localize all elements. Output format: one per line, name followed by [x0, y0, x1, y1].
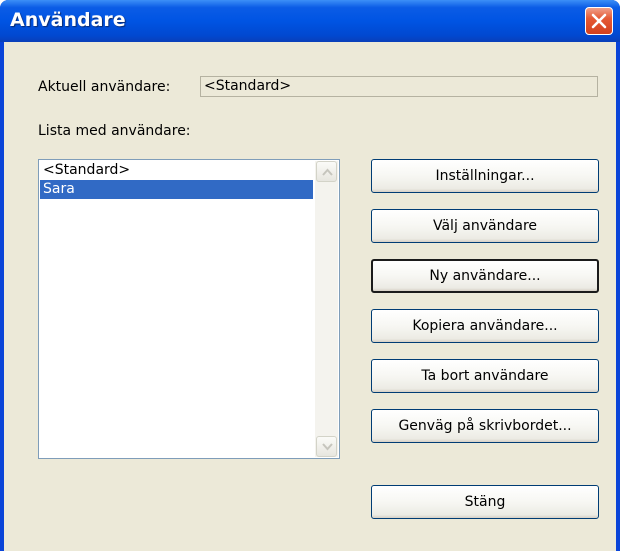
window-title: Användare: [10, 9, 126, 31]
users-dialog: Användare Aktuell användare: <Standard> …: [0, 0, 620, 551]
close-button[interactable]: Stäng: [371, 485, 599, 519]
current-user-label: Aktuell användare:: [38, 79, 171, 95]
scroll-down-button[interactable]: [316, 436, 337, 457]
copy-user-button[interactable]: Kopiera användare...: [371, 309, 599, 343]
dialog-body: Aktuell användare: <Standard> Lista med …: [4, 42, 616, 551]
new-user-button[interactable]: Ny användare...: [371, 259, 599, 293]
desktop-shortcut-button[interactable]: Genväg på skrivbordet...: [371, 409, 599, 443]
list-item-standard[interactable]: <Standard>: [40, 161, 313, 180]
current-user-field: <Standard>: [200, 76, 598, 97]
scroll-up-button[interactable]: [316, 161, 337, 182]
delete-user-button[interactable]: Ta bort användare: [371, 359, 599, 393]
user-listbox[interactable]: <Standard> Sara: [38, 159, 340, 459]
user-list-label: Lista med användare:: [38, 123, 191, 139]
select-user-button[interactable]: Välj användare: [371, 209, 599, 243]
close-window-button[interactable]: [585, 7, 613, 35]
listbox-scrollbar[interactable]: [315, 161, 338, 457]
list-item-sara[interactable]: Sara: [40, 180, 313, 199]
settings-button[interactable]: Inställningar...: [371, 159, 599, 193]
title-bar[interactable]: Användare: [0, 0, 620, 42]
